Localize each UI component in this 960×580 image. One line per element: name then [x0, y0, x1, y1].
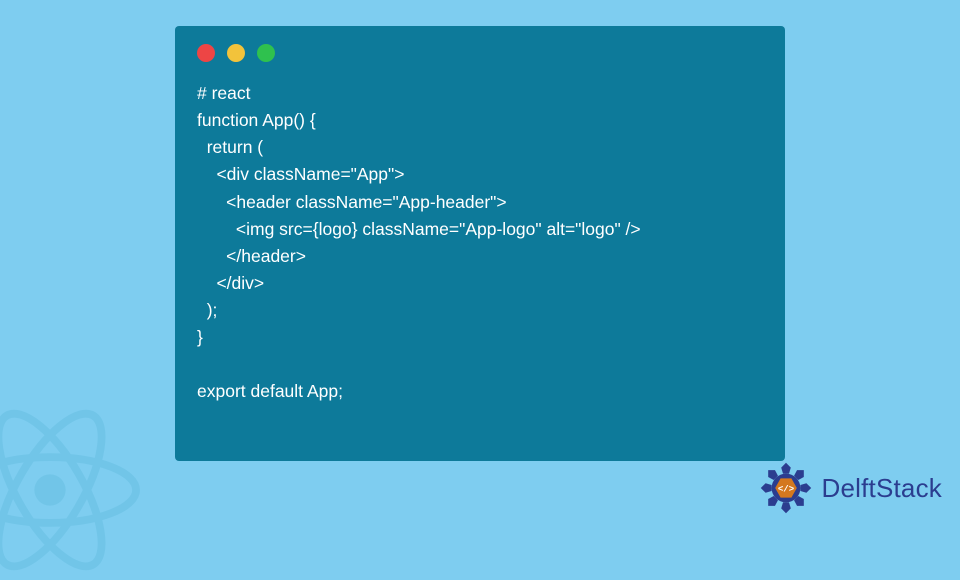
- react-logo-icon: [0, 400, 140, 580]
- minimize-icon: [227, 44, 245, 62]
- close-icon: [197, 44, 215, 62]
- brand-name: DelftStack: [822, 473, 943, 504]
- traffic-lights: [197, 44, 763, 62]
- code-block: # react function App() { return ( <div c…: [197, 80, 763, 406]
- brand: </> DelftStack: [756, 458, 943, 518]
- maximize-icon: [257, 44, 275, 62]
- code-window: # react function App() { return ( <div c…: [175, 26, 785, 461]
- delftstack-logo-icon: </>: [756, 458, 816, 518]
- svg-text:</>: </>: [777, 485, 793, 495]
